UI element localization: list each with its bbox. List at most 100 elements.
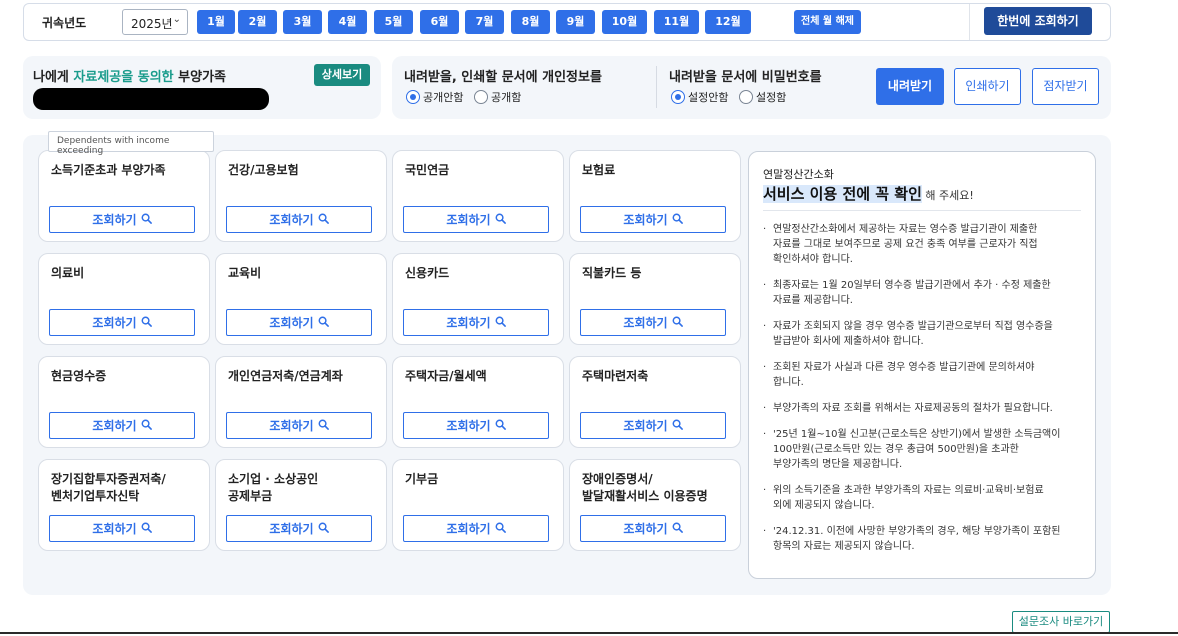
search-icon (318, 213, 329, 227)
query-button[interactable]: 조회하기 (49, 206, 195, 233)
query-button[interactable]: 조회하기 (580, 412, 726, 439)
month-button-1[interactable]: 1월 (197, 10, 235, 34)
search-icon (318, 522, 329, 536)
divider (969, 4, 970, 40)
month-button-6[interactable]: 6월 (420, 10, 459, 34)
query-all-button[interactable]: 한번에 조회하기 (984, 7, 1092, 35)
query-button[interactable]: 조회하기 (226, 206, 372, 233)
query-button[interactable]: 조회하기 (49, 412, 195, 439)
deduction-card-title: 현금영수증 (51, 369, 107, 383)
deduction-card-title: 소기업 · 소상공인 공제부금 (228, 472, 319, 503)
deduction-card: 기부금 조회하기 (392, 459, 564, 551)
radio-label: 공개함 (491, 91, 522, 104)
search-icon (672, 316, 683, 330)
deduction-card: 건강/고용보험 조회하기 (215, 150, 387, 242)
deduction-card: 국민연금조회하기 (392, 150, 564, 242)
braille-button[interactable]: 점자받기 (1032, 68, 1099, 105)
privacy-option-title: 내려받을, 인쇄할 문서에 개인정보를 (404, 70, 602, 85)
deduction-card: 주택마련저축조회하기 (569, 356, 741, 448)
month-button-9[interactable]: 9월 (556, 10, 595, 34)
tooltip: Dependents with income exceeding (48, 131, 214, 156)
search-icon (672, 419, 683, 433)
month-button-4[interactable]: 4월 (328, 10, 367, 34)
query-button-label: 조회하기 (269, 316, 314, 330)
query-button-label: 조회하기 (446, 419, 491, 433)
privacy-hide-radio[interactable]: 공개안함 (406, 89, 463, 105)
query-button-label: 조회하기 (446, 316, 491, 330)
query-button[interactable]: 조회하기 (580, 515, 726, 542)
month-button-12[interactable]: 12월 (705, 10, 751, 34)
consent-title-highlight: 자료제공을 동의한 (73, 70, 174, 85)
query-button[interactable]: 조회하기 (403, 206, 549, 233)
consent-title-suffix: 부양가족 (173, 70, 226, 85)
query-button[interactable]: 조회하기 (49, 309, 195, 336)
query-button[interactable]: 조회하기 (226, 309, 372, 336)
deduction-card: 교육비조회하기 (215, 253, 387, 345)
notice-item: 위의 소득기준을 초과한 부양가족의 자료는 의료비·교육비·보험료 외에 제공… (763, 483, 1063, 513)
month-button-8[interactable]: 8월 (511, 10, 550, 34)
deduction-card-title: 장애인증명서/ 발달재활서비스 이용증명 (582, 472, 708, 503)
month-button-11[interactable]: 11월 (654, 10, 699, 34)
notice-list: 연말정산간소화에서 제공하는 자료는 영수증 발급기관이 제출한 자료를 그대로… (763, 222, 1063, 565)
password-set-radio[interactable]: 설정함 (739, 89, 786, 105)
password-none-radio[interactable]: 설정안함 (671, 89, 728, 105)
query-button-label: 조회하기 (446, 522, 491, 536)
survey-link-button[interactable]: 설문조사 바로가기 (1012, 611, 1110, 633)
year-value: 2025년 (131, 17, 173, 31)
query-button[interactable]: 조회하기 (580, 309, 726, 336)
notice-item: '25년 1월~10월 신고분(근로소득은 상반기)에서 발생한 소득금액이 1… (763, 427, 1063, 472)
query-button-label: 조회하기 (269, 522, 314, 536)
deduction-card-title: 장기집합투자증권저축/ 벤처기업투자신탁 (51, 472, 166, 503)
print-button[interactable]: 인쇄하기 (954, 68, 1021, 105)
query-button[interactable]: 조회하기 (226, 412, 372, 439)
deduction-card-title: 직불카드 등 (582, 266, 642, 280)
radio-unchecked-icon (739, 90, 753, 104)
month-button-10[interactable]: 10월 (602, 10, 647, 34)
radio-checked-icon (671, 90, 685, 104)
password-option-title: 내려받을 문서에 비밀번호를 (669, 70, 822, 85)
privacy-show-radio[interactable]: 공개함 (474, 89, 521, 105)
deduction-card-title: 소득기준초과 부양가족 (51, 163, 166, 177)
query-button-label: 조회하기 (92, 316, 137, 330)
radio-label: 공개안함 (423, 91, 464, 104)
notice-item: 연말정산간소화에서 제공하는 자료는 영수증 발급기관이 제출한 자료를 그대로… (763, 222, 1063, 267)
detail-view-button[interactable]: 상세보기 (314, 64, 370, 86)
notice-item: 최종자료는 1월 20일부터 영수증 발급기관에서 추가 · 수정 제출한 자료… (763, 278, 1063, 308)
radio-label: 설정안함 (688, 91, 729, 104)
deduction-card-title: 국민연금 (405, 163, 450, 177)
month-button-2[interactable]: 2월 (238, 10, 277, 34)
deduction-card: 소득기준초과 부양가족조회하기 (38, 150, 210, 242)
query-button-label: 조회하기 (92, 419, 137, 433)
query-button[interactable]: 조회하기 (49, 515, 195, 542)
download-options-panel: 내려받을, 인쇄할 문서에 개인정보를 공개안함 공개함 내려받을 문서에 비밀… (392, 56, 1111, 119)
deduction-card: 현금영수증조회하기 (38, 356, 210, 448)
month-button-7[interactable]: 7월 (465, 10, 504, 34)
deduction-card-title: 신용카드 (405, 266, 450, 280)
clear-all-months-button[interactable]: 전체 월 해제 (794, 10, 861, 34)
query-button[interactable]: 조회하기 (403, 412, 549, 439)
search-icon (672, 522, 683, 536)
notice-title-highlight: 서비스 이용 전에 꼭 확인 (763, 185, 922, 203)
query-button[interactable]: 조회하기 (580, 206, 726, 233)
query-button-label: 조회하기 (623, 316, 668, 330)
month-button-3[interactable]: 3월 (283, 10, 322, 34)
download-button[interactable]: 내려받기 (876, 68, 944, 105)
query-button[interactable]: 조회하기 (403, 515, 549, 542)
deduction-card-title: 주택마련저축 (582, 369, 649, 383)
deduction-card: 직불카드 등조회하기 (569, 253, 741, 345)
year-select[interactable]: 2025년 ⌄ (122, 9, 188, 35)
month-button-5[interactable]: 5월 (374, 10, 413, 34)
search-icon (141, 522, 152, 536)
deduction-card: 주택자금/월세액 조회하기 (392, 356, 564, 448)
query-button[interactable]: 조회하기 (403, 309, 549, 336)
query-button-label: 조회하기 (623, 213, 668, 227)
deduction-card-title: 교육비 (228, 266, 262, 280)
notice-item: '24.12.31. 이전에 사망한 부양가족의 경우, 해당 부양가족이 포함… (763, 524, 1063, 554)
query-button[interactable]: 조회하기 (226, 515, 372, 542)
year-label: 귀속년도 (42, 16, 87, 30)
search-icon (318, 316, 329, 330)
consented-dependents-panel: 나에게 자료제공을 동의한 부양가족 상세보기 (23, 56, 381, 119)
bottom-border (0, 632, 1178, 634)
notice-title-tail: 해 주세요! (921, 189, 974, 202)
query-button-label: 조회하기 (269, 419, 314, 433)
